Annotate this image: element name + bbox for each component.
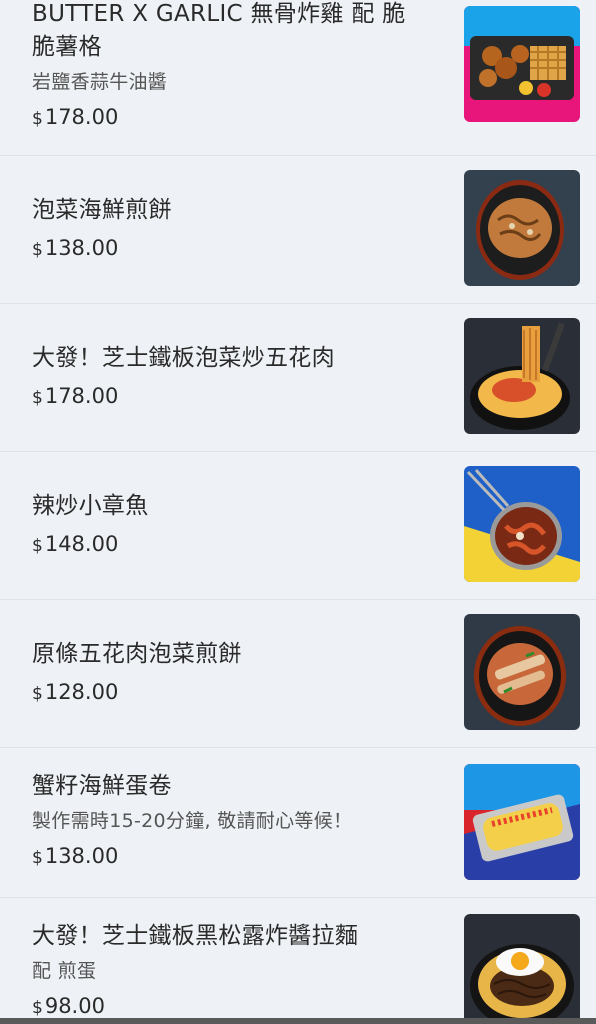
truffle-jjajang-ramen-egg-photo[interactable] — [464, 914, 580, 1018]
pork-belly-kimchi-pancake-photo[interactable] — [464, 614, 580, 730]
menu-item[interactable]: 蟹籽海鮮蛋卷 製作需時15-20分鐘, 敬請耐心等候！ $138.00 — [0, 748, 596, 898]
roe-seafood-egg-roll-photo[interactable] — [464, 764, 580, 880]
item-name: 辣炒小章魚 — [32, 493, 149, 519]
menu-item[interactable]: 原條五花肉泡菜煎餅 $128.00 — [0, 600, 596, 748]
item-name: 原條五花肉泡菜煎餅 — [32, 641, 242, 667]
menu-item[interactable]: 辣炒小章魚 $148.00 — [0, 452, 596, 600]
item-name: 大發！芝士鐵板黑松露炸醬拉麵 — [32, 923, 359, 949]
item-price: $128.00 — [32, 680, 119, 704]
menu-list: BUTTER X GARLIC 無骨炸雞 配 脆 脆薯格 岩鹽香蒜牛油醬 $17… — [0, 0, 596, 1024]
item-price: $178.00 — [32, 105, 119, 129]
cheese-kimchi-pork-skillet-photo[interactable] — [464, 318, 580, 434]
kimchi-seafood-pancake-photo[interactable] — [464, 170, 580, 286]
item-name: 蟹籽海鮮蛋卷 — [32, 773, 172, 799]
item-name: 泡菜海鮮煎餅 — [32, 197, 172, 223]
item-price: $138.00 — [32, 236, 119, 260]
menu-item[interactable]: BUTTER X GARLIC 無骨炸雞 配 脆 脆薯格 岩鹽香蒜牛油醬 $17… — [0, 0, 596, 156]
item-name: 大發！芝士鐵板泡菜炒五花肉 — [32, 345, 335, 371]
menu-item[interactable]: 泡菜海鮮煎餅 $138.00 — [0, 156, 596, 304]
menu-item[interactable]: 大發！芝士鐵板泡菜炒五花肉 $178.00 — [0, 304, 596, 452]
bottom-scroll-bar — [0, 1018, 596, 1024]
item-description: 岩鹽香蒜牛油醬 — [32, 71, 168, 93]
item-price: $148.00 — [32, 532, 119, 556]
item-name: BUTTER X GARLIC 無骨炸雞 配 脆 脆薯格 — [32, 1, 406, 60]
spicy-baby-octopus-photo[interactable] — [464, 466, 580, 582]
menu-item[interactable]: 大發！芝士鐵板黑松露炸醬拉麵 配 煎蛋 $98.00 — [0, 898, 596, 1024]
item-price: $178.00 — [32, 384, 119, 408]
fried-chicken-waffle-fries-photo[interactable] — [464, 6, 580, 122]
item-description: 配 煎蛋 — [32, 960, 97, 982]
item-price: $138.00 — [32, 844, 119, 868]
item-description: 製作需時15-20分鐘, 敬請耐心等候！ — [32, 810, 353, 832]
